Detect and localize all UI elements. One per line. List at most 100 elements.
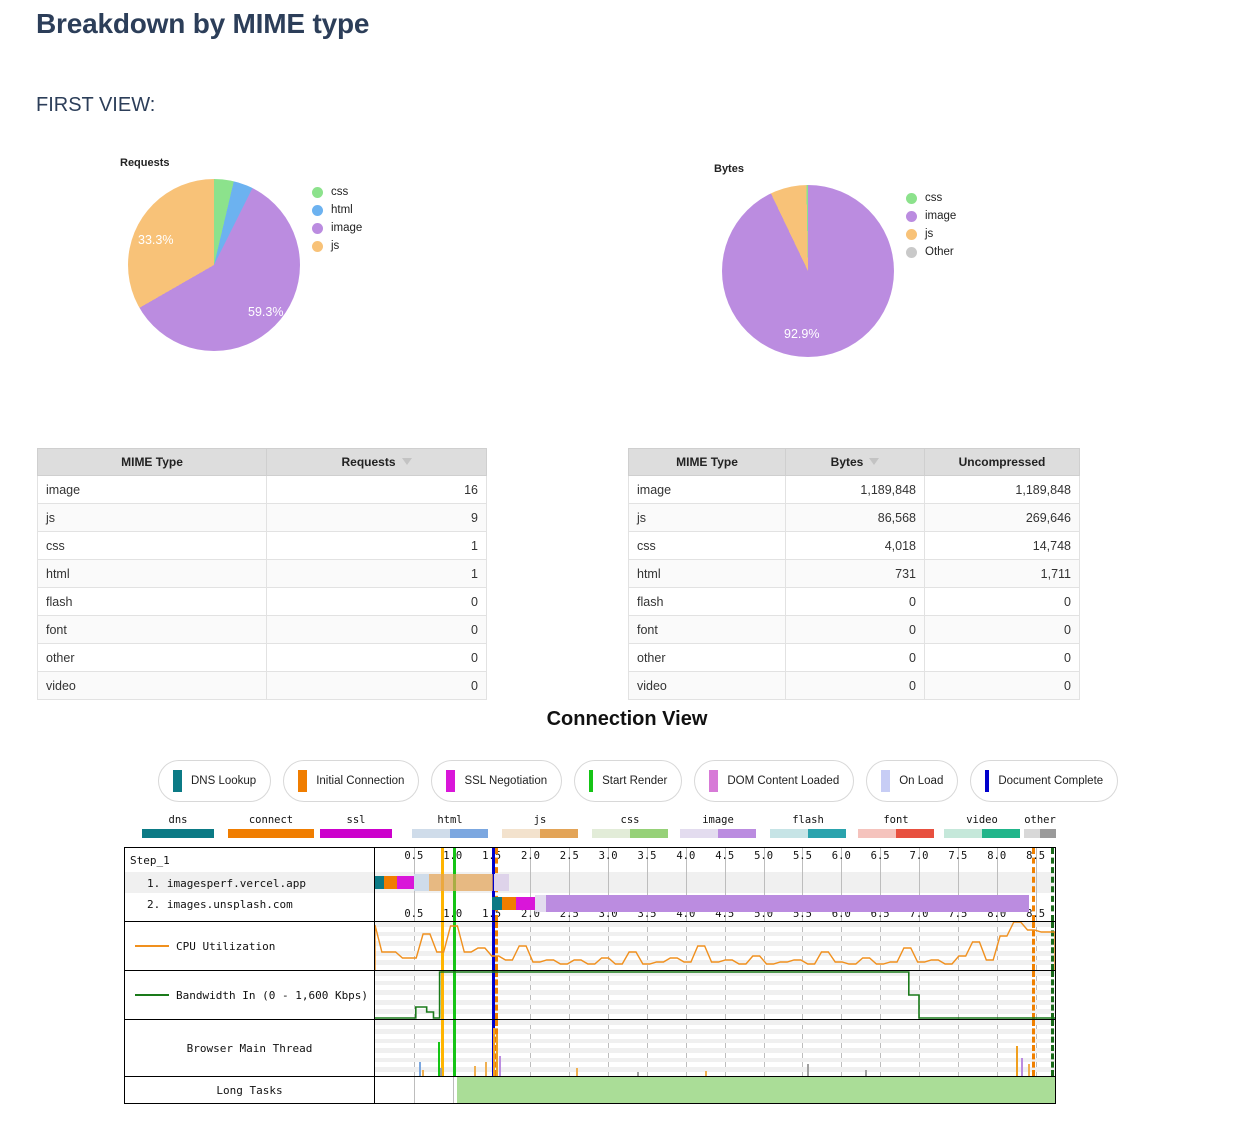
legend-item[interactable]: js [906,225,956,243]
table-row[interactable]: css1 [38,532,487,560]
main-thread-task [1028,1064,1030,1076]
requests-table: MIME Type Requests image16js9css1html1fl… [37,448,487,700]
table-row[interactable]: css4,01814,748 [629,532,1080,560]
mime-key-label: other [1024,814,1056,827]
col-requests[interactable]: Requests [267,449,487,476]
request-bar-segment[interactable] [375,876,384,889]
table-row[interactable]: other00 [629,644,1080,672]
col-mime-type[interactable]: MIME Type [38,449,267,476]
legend-pill-label: Initial Connection [316,775,404,787]
main-thread-task [1016,1046,1018,1076]
cell-bytes: 4,018 [786,532,925,560]
table-row[interactable]: other0 [38,644,487,672]
mime-key-js: js [502,814,578,838]
zebra-band [375,1039,1055,1044]
request-bar-segment[interactable] [546,895,1029,912]
legend-pill-label: SSL Negotiation [464,775,547,787]
legend-pill-label: Start Render [602,775,667,787]
request-bar-segment[interactable] [502,897,516,910]
col-mime-type[interactable]: MIME Type [629,449,786,476]
long-task-band[interactable] [457,1077,1055,1103]
zebra-band [375,1048,1055,1053]
requests-pie-chart: Requests 59.3% 33.3% csshtmlimagejs [120,157,540,377]
legend-pill-dom-content-loaded[interactable]: DOM Content Loaded [694,760,854,802]
table-row[interactable]: js9 [38,504,487,532]
legend-color-swatch [312,205,323,216]
cell-mime: flash [629,588,786,616]
waterfall-bars-plot[interactable]: 0.51.01.52.02.53.03.54.04.55.05.56.06.57… [375,848,1055,921]
table-row[interactable]: image16 [38,476,487,504]
main-thread-task [496,1034,498,1076]
request-bar-segment[interactable] [429,874,493,891]
cpu-series-key: CPU Utilization [125,940,275,953]
table-row[interactable]: font0 [38,616,487,644]
legend-color-swatch [906,229,917,240]
col-uncompressed[interactable]: Uncompressed [925,449,1080,476]
request-bar-segment[interactable] [414,874,430,891]
table-row[interactable]: js86,568269,646 [629,504,1080,532]
mime-key-swatch [320,829,392,838]
request-bar-segment[interactable] [397,876,414,889]
mime-key-swatch [502,829,578,838]
legend-item[interactable]: image [312,219,362,237]
axis-tick-label: 6.0 [832,850,851,862]
cell-uncompressed: 1,189,848 [925,476,1080,504]
bytes-chart-title: Bytes [714,163,1134,175]
bandwidth-row-label: Bandwidth In (0 - 1,600 Kbps) [125,971,375,1019]
request-bar-segment[interactable] [384,876,396,889]
table-row[interactable]: html7311,711 [629,560,1080,588]
cell-bytes: 0 [786,672,925,700]
legend-pill-initial-connection[interactable]: Initial Connection [283,760,419,802]
request-row-2-label[interactable]: 2. images.unsplash.com [147,898,293,911]
main-thread-task [485,1062,487,1076]
connection-view-title: Connection View [0,708,1254,731]
gridline [453,1077,454,1103]
request-bar-segment[interactable] [492,897,503,910]
bandwidth-line-swatch [135,994,169,996]
zebra-band [375,1058,1055,1063]
legend-item[interactable]: css [312,183,362,201]
table-row[interactable]: font00 [629,616,1080,644]
mime-key-swatch [680,829,756,838]
legend-pill-document-complete[interactable]: Document Complete [970,760,1118,802]
legend-item[interactable]: html [312,201,362,219]
col-bytes[interactable]: Bytes [786,449,925,476]
table-row[interactable]: html1 [38,560,487,588]
mime-key-swatch [412,829,488,838]
cell-mime: css [629,532,786,560]
legend-item[interactable]: image [906,207,956,225]
mime-color-key: dnsconnectsslhtmljscssimageflashfontvide… [124,814,1056,846]
table-row[interactable]: image1,189,8481,189,848 [629,476,1080,504]
cell-mime: js [38,504,267,532]
legend-item[interactable]: css [906,189,956,207]
legend-pill-on-load[interactable]: On Load [866,760,958,802]
legend-pill-start-render[interactable]: Start Render [574,760,682,802]
cell-mime: image [38,476,267,504]
legend-pill-dns-lookup[interactable]: DNS Lookup [158,760,271,802]
zebra-band [375,1067,1055,1072]
table-row[interactable]: flash00 [629,588,1080,616]
axis-tick-label: 5.0 [754,850,773,862]
zebra-band [375,1029,1055,1034]
cell-requests: 1 [267,560,487,588]
request-bar-segment[interactable] [494,874,509,891]
legend-color-swatch [298,770,307,792]
legend-item[interactable]: Other [906,243,956,261]
main-thread-task [865,1070,867,1076]
bandwidth-series-key: Bandwidth In (0 - 1,600 Kbps) [125,989,368,1002]
table-row[interactable]: flash0 [38,588,487,616]
legend-item[interactable]: js [312,237,362,255]
legend-pill-ssl-negotiation[interactable]: SSL Negotiation [431,760,562,802]
axis-tick-label: 7.5 [948,850,967,862]
mime-key-image: image [680,814,756,838]
request-bar-segment[interactable] [535,895,546,912]
mime-key-flash: flash [770,814,846,838]
axis-tick-label: 3.5 [638,850,657,862]
request-bar-segment[interactable] [516,897,535,910]
mime-key-label: js [502,814,578,827]
cell-requests: 0 [267,672,487,700]
request-row-1-label[interactable]: 1. imagesperf.vercel.app [147,877,306,890]
table-row[interactable]: video0 [38,672,487,700]
mime-key-swatch [592,829,668,838]
table-row[interactable]: video00 [629,672,1080,700]
